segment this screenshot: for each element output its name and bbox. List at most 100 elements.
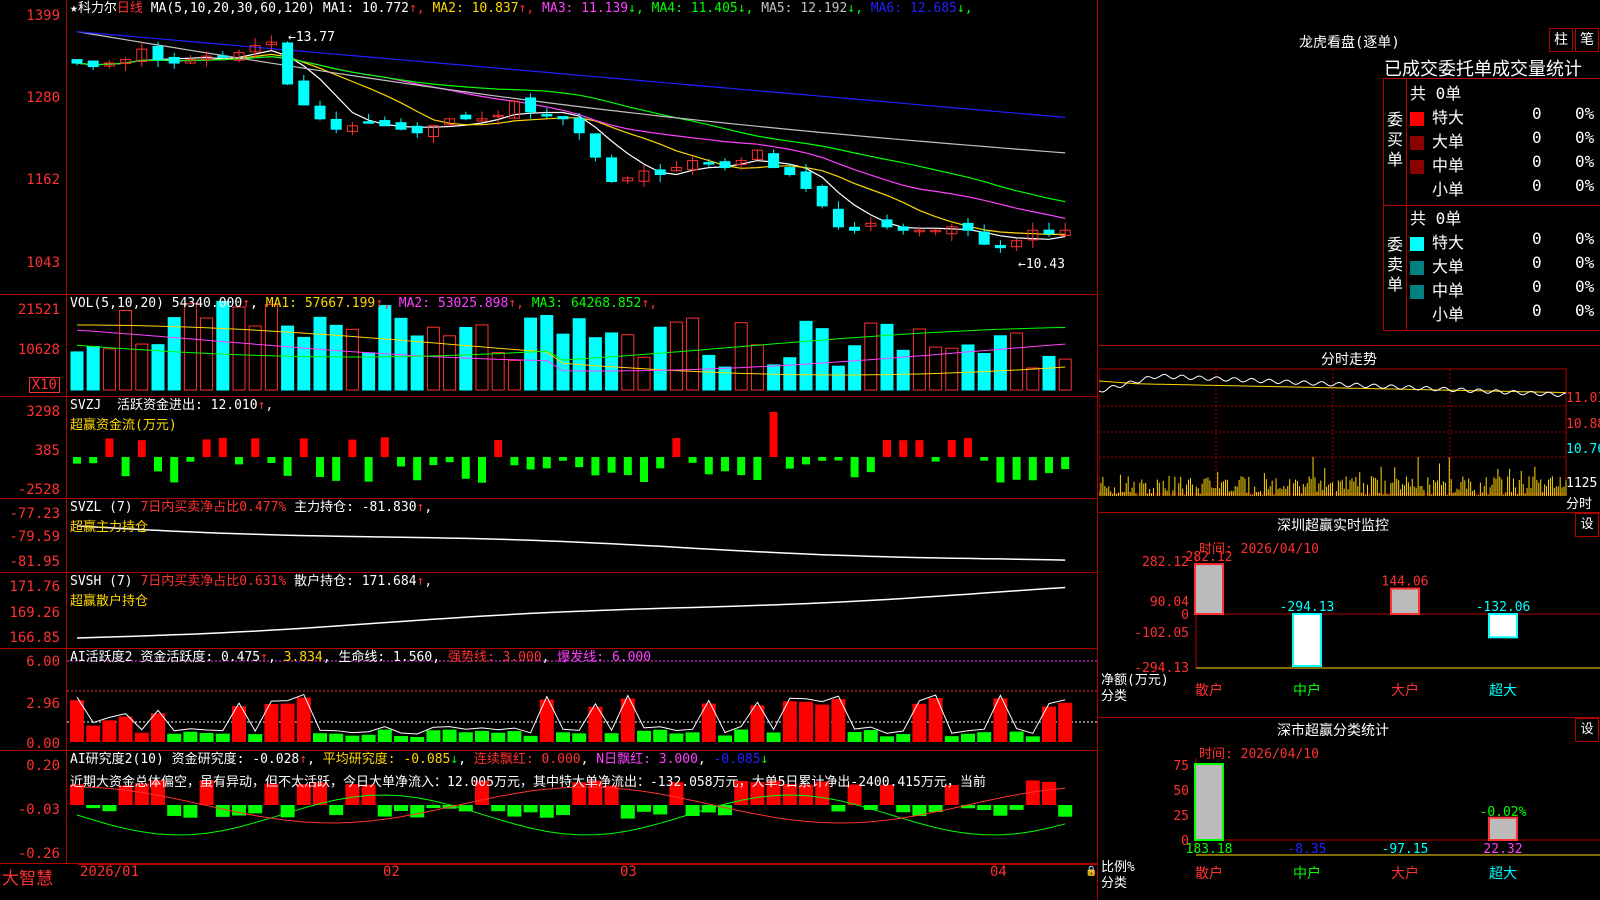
- flow-bar: [397, 457, 405, 467]
- monitor-tick: -102.05: [1134, 626, 1189, 641]
- flow-bar: [332, 457, 341, 481]
- volume-panel[interactable]: 21521 10628 X10 VOL(5,10,20) 54340.000↑,…: [0, 295, 1097, 397]
- candle: [849, 226, 861, 231]
- brand-label[interactable]: 大智慧: [2, 864, 53, 889]
- volume-bar: [605, 332, 619, 391]
- color-swatch: [1410, 260, 1424, 275]
- ai-research-panel[interactable]: 0.20 -0.03 -0.26 AI研究度2(10) 资金研究度: -0.02…: [0, 751, 1097, 864]
- activity-bar: [102, 720, 117, 742]
- candle: [978, 231, 990, 245]
- order-count: 0: [1532, 301, 1542, 320]
- flow-bar: [170, 457, 179, 483]
- activity-bar: [1025, 736, 1040, 742]
- tick-view-button[interactable]: 笔: [1575, 28, 1599, 52]
- ai2-e: -0.085: [713, 752, 761, 767]
- volume-bar: [767, 364, 781, 391]
- ai-activity-panel[interactable]: 6.00 2.96 0.00 AI活跃度2 资金活跃度: 0.475↑, 3.8…: [0, 649, 1097, 751]
- activity-bar: [118, 716, 133, 742]
- research-bar: [831, 805, 846, 812]
- svzl-header: SVZL (7) 7日内买卖净占比0.477% 主力持仓: -81.830↑,: [70, 500, 433, 515]
- ma-value: MA4: 11.405: [643, 1, 738, 16]
- flow-bar: [899, 440, 908, 457]
- vol-ma-values: MA1: 57667.199↑, MA2: 53025.898↑, MA3: 6…: [266, 296, 657, 311]
- volume-bar: [507, 359, 521, 391]
- ma-value: MA3: 11.139: [534, 1, 629, 16]
- lock-icon[interactable]: 🔒: [1085, 866, 1097, 877]
- intraday-chart[interactable]: [1099, 346, 1600, 512]
- flow-bar: [1045, 457, 1053, 474]
- volume-bar: [313, 316, 327, 391]
- order-count: 0: [1532, 104, 1542, 123]
- vol-ma-value: MA2: 53025.898: [390, 296, 509, 311]
- research-bar: [215, 805, 230, 817]
- research-bar: [556, 805, 570, 816]
- flow-bar: [980, 457, 989, 461]
- buy-row: 特大 0 0%: [1410, 104, 1600, 127]
- candle: [654, 169, 666, 176]
- flow-bar: [656, 457, 665, 469]
- activity-bar: [280, 703, 295, 742]
- candle: [71, 59, 83, 64]
- activity-bar: [944, 736, 959, 742]
- vol-ma-arrow: ↑,: [508, 296, 524, 311]
- candle: [606, 157, 618, 182]
- activity-bar: [329, 733, 344, 742]
- svzl-panel[interactable]: -77.23 -79.59 -81.95 SVZL (7) 7日内买卖净占比0.…: [0, 499, 1097, 573]
- vol-ma-value: MA3: 64268.852: [523, 296, 642, 311]
- date-axis: 大智慧 2026/01 02 03 04 🔒: [0, 864, 1097, 900]
- candle: [379, 120, 391, 127]
- period-label[interactable]: 日线: [117, 1, 143, 16]
- volume-bar: [653, 326, 667, 391]
- monitor-tick: 0: [1181, 608, 1189, 623]
- candle: [557, 116, 569, 120]
- svsh-header: SVSH (7) 7日内买卖净占比0.631% 散户持仓: 171.684↑,: [70, 574, 433, 589]
- research-bar: [653, 805, 668, 815]
- volume-bar: [1058, 358, 1072, 391]
- intraday-panel[interactable]: 分时走势 11.01 10.88 10.76 1125 分时: [1099, 346, 1600, 512]
- candle: [330, 118, 342, 130]
- bar-view-button[interactable]: 柱: [1549, 28, 1573, 52]
- research-bar: [377, 805, 392, 817]
- monitor-panel: 深圳超赢实时监控 设 时间: 2026/04/10 282.12 90.04 0 -1…: [1099, 513, 1600, 717]
- order-type-label: 大单: [1432, 257, 1465, 276]
- candlestick-chart[interactable]: [0, 0, 1097, 295]
- vol-header: VOL(5,10,20) 54340.000↑, MA1: 57667.199↑…: [70, 296, 658, 311]
- ma-line: [76, 49, 1066, 240]
- flow-bar: [964, 437, 972, 457]
- svzj-panel[interactable]: 3298 385 -2528 SVZJ 活跃资金进出: 12.010↑, 超赢资…: [0, 397, 1097, 499]
- research-bar: [426, 805, 441, 809]
- volume-bar: [686, 317, 700, 391]
- svsh-panel[interactable]: 171.76 169.26 166.85 SVSH (7) 7日内买卖净占比0.…: [0, 573, 1097, 649]
- ai1-a: 资金活跃度: 0.475: [140, 650, 261, 665]
- order-pct: 0%: [1575, 176, 1595, 195]
- high-marker-value: 13.77: [295, 30, 335, 45]
- kline-panel[interactable]: 1399 1280 1162 1043 ★科力尔日线 MA(5,10,20,30…: [0, 0, 1097, 295]
- retail-holding-line: [76, 586, 1066, 639]
- volume-bar: [1010, 332, 1024, 391]
- svsh-sub: 超赢散户持仓: [70, 594, 149, 609]
- flow-bar: [721, 457, 729, 472]
- ai2-d: N日飘红: 3.000: [596, 752, 698, 767]
- activity-bar: [637, 730, 651, 742]
- flow-bar: [623, 457, 632, 476]
- activity-bar: [313, 733, 327, 742]
- svzj-sub: 超赢资金流(万元): [70, 418, 177, 433]
- flow-bar: [947, 440, 956, 457]
- ma-arrow: ↑,: [408, 1, 425, 16]
- activity-bar: [394, 736, 408, 742]
- star-icon[interactable]: ★: [70, 1, 78, 16]
- flow-bar: [866, 457, 875, 473]
- research-bar: [1058, 805, 1073, 817]
- activity-bar: [361, 734, 376, 742]
- activity-bar: [880, 736, 894, 742]
- volume-bar: [232, 306, 246, 391]
- volume-bar: [524, 317, 538, 391]
- activity-bar: [669, 733, 684, 742]
- flow-bar: [316, 457, 324, 477]
- candle: [768, 153, 780, 169]
- ma-value: MA6: 12.685: [862, 1, 957, 16]
- candle: [152, 45, 164, 61]
- classify-value-label: 22.32: [1483, 842, 1522, 857]
- flow-bar: [1012, 457, 1021, 480]
- order-type-label: 中单: [1432, 156, 1465, 175]
